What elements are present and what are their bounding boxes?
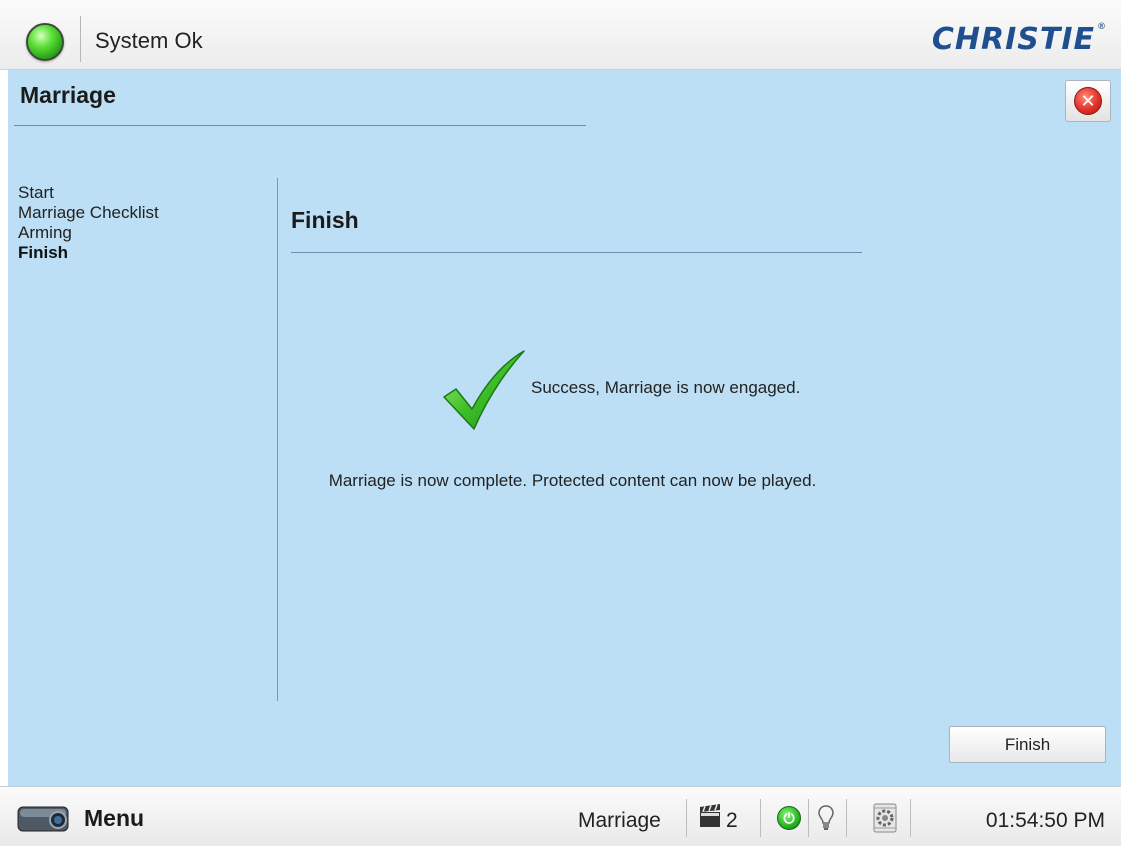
section-title: Finish xyxy=(291,207,359,233)
projector-icon[interactable] xyxy=(12,801,74,835)
step-start[interactable]: Start xyxy=(18,183,159,203)
checkmark-icon xyxy=(443,350,525,430)
content-panel: Marriage ✕ Start Marriage Checklist Armi… xyxy=(8,70,1121,786)
gear-icon[interactable] xyxy=(870,802,900,834)
divider xyxy=(80,16,81,62)
power-icon[interactable]: ⏻ xyxy=(777,806,801,830)
vertical-divider xyxy=(277,178,278,701)
brand-text: CHRISTIE xyxy=(931,22,1095,57)
step-arming[interactable]: Arming xyxy=(18,223,159,243)
step-finish[interactable]: Finish xyxy=(18,243,159,263)
close-button[interactable]: ✕ xyxy=(1065,80,1111,122)
system-status-text[interactable]: System Ok xyxy=(95,28,203,54)
screen-count: 2 xyxy=(726,809,738,832)
clapperboard-icon[interactable] xyxy=(698,803,722,829)
success-message: Success, Marriage is now engaged. xyxy=(531,378,801,397)
finish-button[interactable]: Finish xyxy=(949,726,1106,763)
wizard-steps: Start Marriage Checklist Arming Finish xyxy=(18,183,159,263)
divider xyxy=(760,799,761,837)
title-divider xyxy=(14,125,586,126)
section-divider xyxy=(291,252,862,253)
completion-message: Marriage is now complete. Protected cont… xyxy=(328,471,817,490)
mode-label[interactable]: Marriage xyxy=(578,809,661,833)
clock: 01:54:50 PM xyxy=(985,809,1105,832)
page-title: Marriage xyxy=(20,82,116,108)
divider xyxy=(846,799,847,837)
close-icon: ✕ xyxy=(1074,87,1102,115)
step-marriage-checklist[interactable]: Marriage Checklist xyxy=(18,203,159,223)
bottom-bar: Menu Marriage 2 ⏻ 01:54:50 PM xyxy=(0,786,1121,846)
status-indicator-icon[interactable] xyxy=(26,23,64,61)
divider xyxy=(686,799,687,837)
top-bar: System Ok CHRISTIE ® xyxy=(0,0,1121,70)
divider xyxy=(910,799,911,837)
bulb-icon[interactable] xyxy=(817,804,835,832)
divider xyxy=(808,799,809,837)
menu-button[interactable]: Menu xyxy=(84,805,144,832)
christie-logo: CHRISTIE ® xyxy=(931,22,1107,57)
